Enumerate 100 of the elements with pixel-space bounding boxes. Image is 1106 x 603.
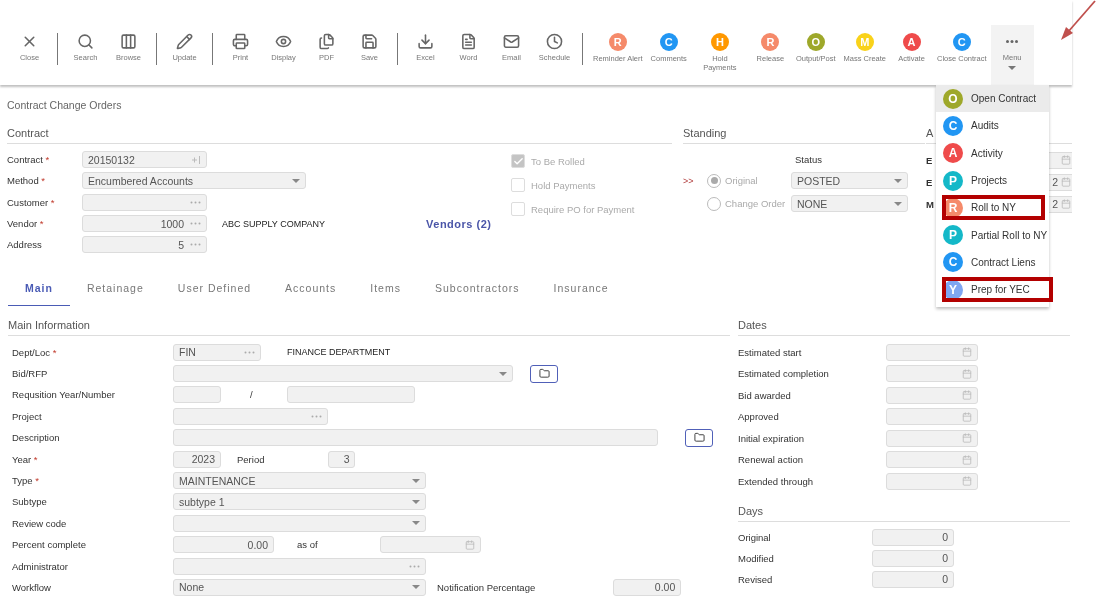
number-field[interactable]: 0.00 <box>613 578 682 596</box>
field-label: as of <box>297 539 318 551</box>
caret-icon <box>412 585 420 590</box>
download-icon <box>417 33 434 50</box>
printer-icon <box>232 33 249 50</box>
number-field[interactable]: 0 <box>872 550 954 567</box>
caret-icon <box>412 521 420 526</box>
lookup-field[interactable]: 1000 <box>82 215 207 233</box>
date-field[interactable] <box>886 451 978 469</box>
field-label: Address <box>7 239 43 251</box>
year-field[interactable]: 2023 <box>173 450 221 468</box>
number-field[interactable]: 0 <box>872 571 954 588</box>
folder-icon <box>538 368 550 380</box>
field-label: Administrator <box>11 560 69 572</box>
select-field[interactable]: subtype 1 <box>173 493 426 511</box>
lookup-field[interactable] <box>173 557 426 575</box>
field-label: Revised <box>738 574 774 585</box>
section-title: Main Information <box>8 316 730 337</box>
number-field[interactable]: 0 <box>872 529 954 546</box>
plus-icon <box>192 155 201 164</box>
menu-item[interactable]: O Open Contract <box>936 85 1049 113</box>
lookup-field[interactable] <box>173 407 328 425</box>
date-field[interactable] <box>886 343 978 361</box>
field-label: Original <box>738 532 772 543</box>
table-icon <box>120 33 137 50</box>
lookup-field[interactable]: FIN <box>173 343 261 361</box>
calendar-icon <box>1061 155 1071 165</box>
caret-icon <box>1008 66 1017 70</box>
tab[interactable]: Items <box>353 270 418 307</box>
select-field[interactable] <box>173 365 513 383</box>
letter-badge: C <box>659 33 678 51</box>
document-icon <box>460 33 477 50</box>
lookup-field[interactable]: 5 <box>82 236 207 254</box>
letter-badge: P <box>943 225 963 246</box>
year-field[interactable] <box>173 386 221 404</box>
number-field[interactable]: 20150132 <box>82 151 207 169</box>
tab[interactable]: Retainage <box>69 270 161 307</box>
field-label: Review code <box>11 517 68 529</box>
vendor-name: ABC SUPPLY COMPANY <box>222 218 326 229</box>
folder-icon <box>693 432 705 444</box>
checkbox-label: To Be Rolled <box>531 155 585 167</box>
select-field[interactable]: Encumbered Accounts <box>82 172 306 190</box>
select-field[interactable]: POSTED <box>791 172 908 189</box>
select-field[interactable]: MAINTENANCE <box>173 472 426 489</box>
caret-icon <box>412 478 420 483</box>
letter-badge: P <box>943 170 963 191</box>
percent-field[interactable]: 0.00 <box>173 536 274 554</box>
tab[interactable]: Subcontractors <box>417 270 537 307</box>
current-marker: >> <box>683 175 694 186</box>
tab[interactable]: User Defined <box>160 270 269 307</box>
caret-icon <box>412 499 420 504</box>
section-title: Dates <box>738 316 1070 337</box>
lookup-field[interactable] <box>82 193 207 211</box>
menu-item[interactable]: P Projects <box>936 166 1049 195</box>
page-title: Contract Change Orders <box>7 98 122 113</box>
field-label: Estimated completion <box>738 368 830 380</box>
letter-badge: O <box>806 33 825 51</box>
folder-button[interactable] <box>530 364 558 383</box>
date-field[interactable] <box>886 408 978 426</box>
text-field[interactable] <box>173 429 658 447</box>
section-title: Contract <box>7 124 672 144</box>
select-field[interactable]: None <box>173 578 426 596</box>
field-label: M <box>926 198 934 210</box>
menu-item[interactable]: C Audits <box>936 112 1049 140</box>
period-field[interactable]: 3 <box>328 450 356 468</box>
date-field[interactable] <box>379 536 481 554</box>
tab[interactable]: Accounts <box>268 270 354 307</box>
envelope-icon <box>503 33 520 50</box>
menu-item[interactable]: A Activity <box>936 139 1049 167</box>
pencil-icon <box>176 33 193 50</box>
number-field[interactable] <box>286 386 415 404</box>
letter-badge: H <box>710 33 729 51</box>
select-field[interactable] <box>173 514 426 532</box>
field-label: Method * <box>7 175 47 187</box>
field-label: E <box>926 154 933 166</box>
checkbox-label: Hold Payments <box>531 179 596 191</box>
tab[interactable]: Insurance <box>536 270 626 307</box>
field-label: Renewal action <box>738 454 804 466</box>
date-field[interactable] <box>886 365 978 383</box>
eye-icon <box>275 33 292 50</box>
field-label: Notification Percentage <box>437 581 536 593</box>
tab[interactable]: Main <box>8 270 70 307</box>
menu-item[interactable]: R Roll to NY <box>936 194 1049 222</box>
menu-item[interactable]: P Partial Roll to NY <box>936 221 1049 249</box>
vendors-link[interactable]: Vendors (2) <box>426 217 492 230</box>
department-name: FINANCE DEPARTMENT <box>287 347 391 358</box>
field-label: Approved <box>738 411 780 423</box>
radio-label: Change Order <box>725 198 787 209</box>
date-field[interactable] <box>886 386 978 404</box>
date-field[interactable] <box>886 472 978 490</box>
field-label: Dept/Loc * <box>11 346 58 358</box>
date-field[interactable] <box>886 429 978 447</box>
section-title: Days <box>738 502 1070 522</box>
clock-icon <box>546 33 563 50</box>
menu-item[interactable]: C Contract Liens <box>936 248 1049 277</box>
select-field[interactable]: NONE <box>791 195 908 212</box>
letter-badge: R <box>608 33 627 51</box>
folder-button[interactable] <box>685 428 713 447</box>
more-icon <box>1006 40 1019 43</box>
field-label: Vendor * <box>7 218 45 230</box>
